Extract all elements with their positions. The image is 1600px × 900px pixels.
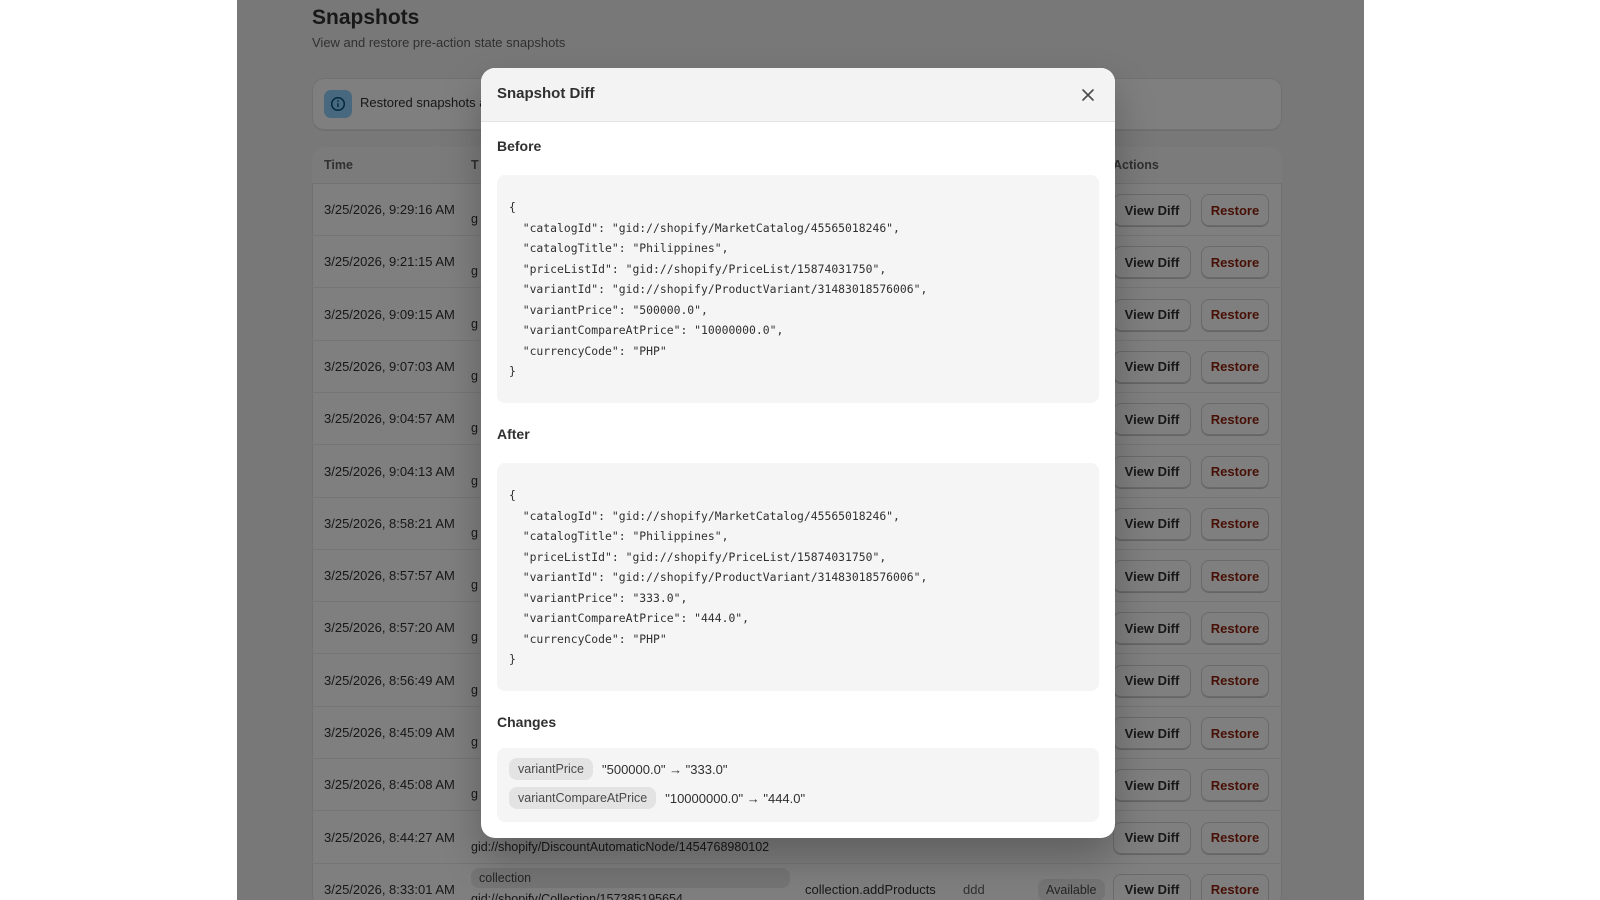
modal-title: Snapshot Diff [497, 85, 595, 102]
before-label: Before [497, 138, 542, 154]
change-item: variantPrice "500000.0" → "333.0" [509, 758, 727, 780]
after-label: After [497, 426, 530, 442]
changes-label: Changes [497, 714, 557, 730]
change-key: variantPrice [509, 758, 593, 780]
change-value: "500000.0" → "333.0" [602, 761, 728, 777]
snapshot-diff-modal: Snapshot Diff Before { "catalogId": "gid… [481, 68, 1115, 838]
change-value: "10000000.0" → "444.0" [665, 790, 806, 806]
change-item: variantCompareAtPrice "10000000.0" → "44… [509, 787, 805, 809]
after-code-block: { "catalogId": "gid://shopify/MarketCata… [497, 463, 1099, 691]
modal-header: Snapshot Diff [481, 68, 1115, 122]
after-json: { "catalogId": "gid://shopify/MarketCata… [509, 488, 928, 666]
change-key: variantCompareAtPrice [509, 787, 657, 809]
close-icon[interactable] [1079, 86, 1097, 104]
before-json: { "catalogId": "gid://shopify/MarketCata… [509, 200, 928, 378]
before-code-block: { "catalogId": "gid://shopify/MarketCata… [497, 175, 1099, 403]
changes-list: variantPrice "500000.0" → "333.0" varian… [497, 748, 1099, 822]
